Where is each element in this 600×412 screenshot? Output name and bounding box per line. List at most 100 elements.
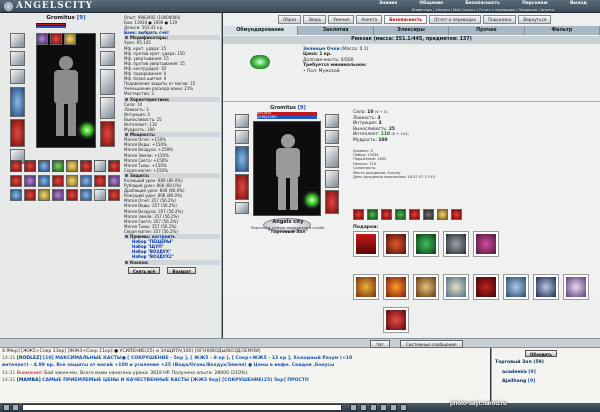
chat-input[interactable] (22, 404, 342, 411)
tab-filter[interactable]: Фильтр (525, 26, 600, 35)
gift-item[interactable] (473, 274, 499, 300)
chat-tab[interactable]: Чат (370, 340, 390, 348)
potion-slot-1[interactable] (10, 160, 22, 172)
tab-security[interactable]: Безопасность (384, 15, 428, 24)
buttons-header[interactable]: Кнопки: (124, 259, 220, 265)
ring-slot-2[interactable] (50, 33, 62, 45)
smile-icon[interactable] (3, 404, 10, 411)
nav-character[interactable]: Персонаж (522, 0, 548, 7)
armor-slot[interactable] (10, 119, 25, 147)
lock-icon[interactable] (400, 404, 407, 411)
clear-icon[interactable] (12, 404, 19, 411)
scroll-slot-4[interactable] (52, 175, 64, 187)
tab-equipment[interactable]: Обмундирование (223, 26, 299, 35)
filter-icon[interactable] (360, 404, 367, 411)
nav-security[interactable]: Безопасность (465, 0, 499, 7)
system-messages-tab[interactable]: Системные сообщения (400, 340, 463, 348)
boots-slot[interactable] (100, 121, 115, 147)
scroll-slot-2[interactable] (24, 175, 36, 187)
gift-item[interactable] (353, 274, 379, 300)
gloves-slot[interactable] (100, 33, 115, 48)
nav-knowledge[interactable]: Знания (379, 0, 397, 7)
c2-belt-slot[interactable] (235, 202, 249, 214)
refresh-button[interactable]: Обновить (525, 350, 557, 357)
scroll-slot-14[interactable] (80, 189, 92, 201)
chars-header[interactable]: Характеристики: (124, 96, 220, 102)
tab-transfers[interactable]: Отчет о переводах (429, 15, 482, 24)
scroll-slot-12[interactable] (52, 189, 64, 201)
potion-slot-8[interactable] (108, 160, 120, 172)
online-user[interactable]: academia [9] (502, 370, 536, 375)
gift-item[interactable] (533, 274, 559, 300)
gift-item[interactable] (383, 274, 409, 300)
scroll-slot-6[interactable] (80, 175, 92, 187)
potion-slot-6[interactable] (80, 160, 92, 172)
amulet-slot[interactable] (10, 69, 25, 84)
c2-earring-slot[interactable] (235, 130, 249, 144)
medal-icon[interactable] (367, 209, 378, 220)
potion-slot-2[interactable] (24, 160, 36, 172)
scroll-slot-1[interactable] (10, 175, 22, 187)
c2-helmet-slot[interactable] (235, 114, 249, 128)
medal-icon[interactable] (395, 209, 406, 220)
gift-item[interactable] (413, 274, 439, 300)
send-icon[interactable] (350, 404, 357, 411)
techniques-header[interactable]: Приемы: настроить (124, 234, 220, 240)
potion-slot-7[interactable] (94, 160, 106, 172)
tab-hint[interactable]: Подсказка (483, 15, 517, 24)
nav-communication[interactable]: Общение (419, 0, 443, 7)
online-user[interactable]: Ajailhang [9] (502, 379, 535, 384)
defense-header[interactable]: Защита: (124, 172, 220, 178)
gift-item[interactable] (503, 274, 529, 300)
gift-item[interactable] (473, 231, 499, 257)
users-icon[interactable] (390, 404, 397, 411)
scroll-slot-7[interactable] (94, 175, 106, 187)
earring-slot[interactable] (10, 51, 25, 66)
character-name[interactable]: Gromitus [9] (36, 15, 96, 22)
scroll-slot-9[interactable] (10, 189, 22, 201)
c2-armor-slot[interactable] (235, 174, 249, 200)
shield-slot[interactable] (100, 69, 115, 95)
tab-spells[interactable]: Заклятия (298, 26, 374, 35)
scroll-slot-3[interactable] (38, 175, 50, 187)
scroll-slot-11[interactable] (38, 189, 50, 201)
gift-item[interactable] (563, 274, 589, 300)
sound-icon[interactable] (370, 404, 377, 411)
leggings-slot[interactable] (100, 97, 115, 119)
potion-slot-5[interactable] (66, 160, 78, 172)
scroll-slot-13[interactable] (66, 189, 78, 201)
potion-slot-3[interactable] (38, 160, 50, 172)
mods-header[interactable]: Модификаторы: (124, 35, 220, 41)
gift-item[interactable] (413, 231, 439, 257)
bracers-slot[interactable] (100, 51, 115, 66)
c2-bracers-slot[interactable] (325, 130, 339, 144)
c2-leggings-slot[interactable] (325, 170, 339, 188)
settings-icon[interactable] (380, 404, 387, 411)
configure-link[interactable]: настроить (152, 234, 175, 239)
ring-slot-3[interactable] (64, 33, 76, 45)
scroll-slot-8[interactable] (108, 175, 120, 187)
nav-exit[interactable]: Выход (570, 0, 587, 7)
gift-item[interactable] (443, 274, 469, 300)
medal-icon[interactable] (423, 209, 434, 220)
tab-skills[interactable]: Умения (328, 15, 355, 24)
tab-elixirs[interactable]: Эликсиры (374, 26, 450, 35)
potion-slot-4[interactable] (52, 160, 64, 172)
undress-all-button[interactable]: Снять всё (128, 266, 161, 274)
return-button[interactable]: Возврат (167, 266, 196, 274)
c2-gloves-slot[interactable] (325, 114, 339, 128)
helmet-slot[interactable] (10, 33, 25, 48)
scroll-slot-10[interactable] (24, 189, 36, 201)
gift-item[interactable] (353, 231, 379, 257)
c2-boots-slot[interactable] (325, 190, 339, 214)
tab-back[interactable]: Вернуться (518, 15, 552, 24)
scroll-slot-16[interactable] (108, 189, 120, 201)
medal-icon[interactable] (381, 209, 392, 220)
c2-shield-slot[interactable] (325, 146, 339, 168)
green-glasses-icon[interactable] (250, 55, 270, 69)
gift-item[interactable] (443, 231, 469, 257)
weapon-slot[interactable] (10, 87, 25, 117)
tab-other[interactable]: Прочее (449, 26, 525, 35)
scroll-slot-15[interactable] (94, 189, 106, 201)
c2-weapon-slot[interactable] (235, 146, 249, 172)
